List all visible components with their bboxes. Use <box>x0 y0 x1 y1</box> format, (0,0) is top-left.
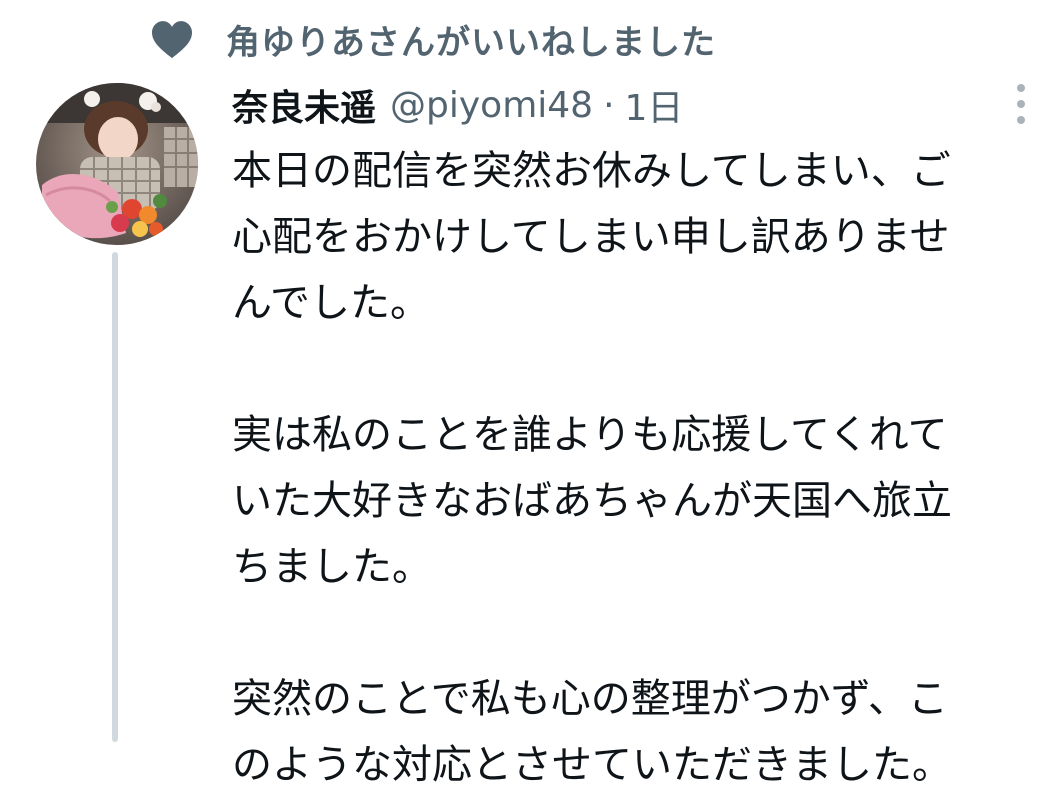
avatar[interactable] <box>36 83 198 245</box>
more-dot <box>1017 100 1025 108</box>
display-name[interactable]: 奈良未遥 <box>232 79 376 131</box>
more-dot <box>1017 116 1025 124</box>
social-context: 角ゆりあさんがいいねしました <box>150 14 716 64</box>
tweet-paragraph: 突然のことで私も心の整理がつかず、こ のような対応とさせていただきました。 <box>232 676 952 788</box>
heart-icon <box>152 21 192 59</box>
user-handle[interactable]: @piyomi48 <box>390 85 593 126</box>
more-vertical-icon[interactable] <box>1003 84 1039 124</box>
tweet-body: 本日の配信を突然お休みしてしまい、ご 心配をおかけしてしまい申し訳ありませ んで… <box>232 138 1032 798</box>
tweet-header: 奈良未遥 @piyomi48 · 1日 <box>232 80 683 130</box>
thread-line <box>112 252 118 742</box>
more-dot <box>1017 84 1025 92</box>
timestamp[interactable]: 1日 <box>625 79 684 131</box>
social-context-text[interactable]: 角ゆりあさんがいいねしました <box>226 15 716 64</box>
tweet-paragraph: 実は私のことを誰よりも応援してくれて いた大好きなおばあちゃんが天国へ旅立 ちま… <box>232 412 952 590</box>
separator-dot: · <box>603 84 615 126</box>
tweet-paragraph: 本日の配信を突然お休みしてしまい、ご 心配をおかけしてしまい申し訳ありませ んで… <box>232 148 951 326</box>
